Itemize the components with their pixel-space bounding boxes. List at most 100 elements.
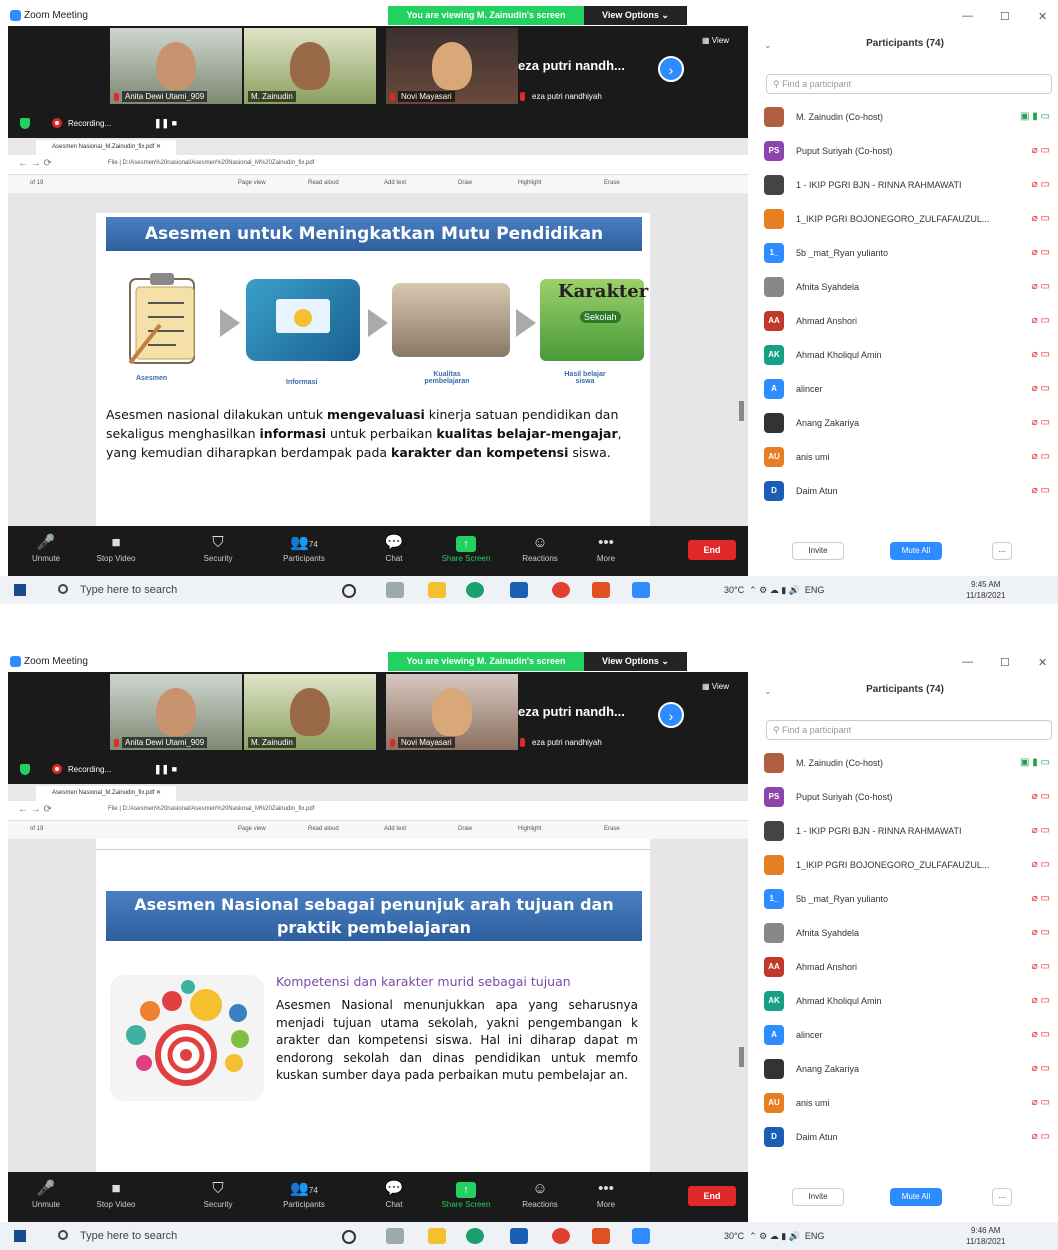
video-tile[interactable]: Novi Mayasari	[386, 28, 518, 104]
taskbar-search-input[interactable]: Type here to search	[80, 1230, 177, 1242]
mute-all-button[interactable]: Mute All	[890, 1188, 942, 1206]
close-button[interactable]: ✕	[1038, 10, 1047, 23]
windows-start-icon[interactable]	[14, 584, 26, 596]
tool-add-text[interactable]: Add text	[384, 826, 406, 832]
participant-row[interactable]: AA Ahmad Anshori ⌀ ▭	[764, 306, 1058, 336]
tool-erase[interactable]: Erase	[604, 180, 620, 186]
more-button[interactable]: ••• More	[576, 532, 636, 563]
tool-add-text[interactable]: Add text	[384, 180, 406, 186]
task-view-icon[interactable]	[386, 1228, 404, 1244]
tool-highlight[interactable]: Highlight	[518, 180, 541, 186]
zoom-taskbar-icon[interactable]	[632, 582, 650, 598]
participant-row[interactable]: 1_IKIP PGRI BOJONEGORO_ZULFAFAUZUL... ⌀ ▭	[764, 204, 1058, 234]
participant-row[interactable]: AK Ahmad Kholiqul Amin ⌀ ▭	[764, 340, 1058, 370]
recording-controls[interactable]: ❚❚ ■	[154, 764, 177, 775]
more-options-button[interactable]: ...	[992, 1188, 1012, 1206]
taskbar-clock[interactable]: 9:46 AM 11/18/2021	[966, 1225, 1005, 1247]
participant-row[interactable]: PS Puput Suriyah (Co-host) ⌀ ▭	[764, 136, 1058, 166]
invite-button[interactable]: Invite	[792, 542, 844, 560]
share-screen-button[interactable]: ↑ Share Screen	[436, 1178, 496, 1209]
participant-row[interactable]: Afnita Syahdela ⌀ ▭	[764, 918, 1058, 948]
video-tile[interactable]: M. Zainudin	[244, 674, 376, 750]
minimize-button[interactable]: —	[962, 10, 973, 22]
chat-button[interactable]: 💬 Chat	[364, 1178, 424, 1209]
end-meeting-button[interactable]: End	[688, 540, 736, 560]
address-bar[interactable]: ← → ⟳ File | D:/Asesmen%20nasional/Asesm…	[8, 801, 748, 821]
file-explorer-icon[interactable]	[428, 1228, 446, 1244]
chrome-icon[interactable]	[552, 1228, 570, 1244]
view-button[interactable]: ▦ View	[702, 36, 729, 45]
zoom-taskbar-icon[interactable]	[632, 1228, 650, 1244]
participant-row[interactable]: 1_IKIP PGRI BOJONEGORO_ZULFAFAUZUL... ⌀ ▭	[764, 850, 1058, 880]
view-button[interactable]: ▦ View	[702, 682, 729, 691]
participants-button[interactable]: 👥74 Participants	[274, 1178, 334, 1209]
unmute-button[interactable]: 🎤 Unmute	[16, 1178, 76, 1209]
participant-row[interactable]: AU anis umi ⌀ ▭	[764, 442, 1058, 472]
close-button[interactable]: ✕	[1038, 656, 1047, 669]
participant-row[interactable]: AA Ahmad Anshori ⌀ ▭	[764, 952, 1058, 982]
participant-row[interactable]: AK Ahmad Kholiqul Amin ⌀ ▭	[764, 986, 1058, 1016]
participant-row[interactable]: M. Zainudin (Co-host) ▣ ▮ ▭	[764, 748, 1058, 778]
next-page-button[interactable]: ›	[658, 702, 684, 728]
maximize-button[interactable]: ☐	[1000, 10, 1010, 23]
participant-row[interactable]: M. Zainudin (Co-host) ▣ ▮ ▭	[764, 102, 1058, 132]
minimize-button[interactable]: —	[962, 656, 973, 668]
pdf-scrollbar[interactable]	[739, 1047, 744, 1067]
tool-draw[interactable]: Draw	[458, 826, 472, 832]
participant-row[interactable]: PS Puput Suriyah (Co-host) ⌀ ▭	[764, 782, 1058, 812]
participant-row[interactable]: D Daim Atun ⌀ ▭	[764, 476, 1058, 506]
video-tile[interactable]: M. Zainudin	[244, 28, 376, 104]
task-view-icon[interactable]	[386, 582, 404, 598]
participant-row[interactable]: 1_ 5b _mat_Ryan yulianto ⌀ ▭	[764, 884, 1058, 914]
office-icon[interactable]	[592, 1228, 610, 1244]
participant-row[interactable]: 1_ 5b _mat_Ryan yulianto ⌀ ▭	[764, 238, 1058, 268]
unmute-button[interactable]: 🎤 Unmute	[16, 532, 76, 563]
participant-row[interactable]: Anang Zakariya ⌀ ▭	[764, 408, 1058, 438]
participant-row[interactable]: Afnita Syahdela ⌀ ▭	[764, 272, 1058, 302]
participant-row[interactable]: AU anis umi ⌀ ▭	[764, 1088, 1058, 1118]
participant-search-input[interactable]: ⚲ Find a participant	[766, 74, 1052, 94]
next-page-button[interactable]: ›	[658, 56, 684, 82]
file-explorer-icon[interactable]	[428, 582, 446, 598]
tool-page-view[interactable]: Page view	[238, 826, 266, 832]
stop-video-button[interactable]: ■ Stop Video	[86, 532, 146, 563]
cortana-icon[interactable]	[342, 1230, 356, 1244]
participants-button[interactable]: 👥74 Participants	[274, 532, 334, 563]
video-tile[interactable]: Anita Dewi Utami_909	[110, 674, 242, 750]
cortana-icon[interactable]	[342, 584, 356, 598]
nav-arrows-icon[interactable]: ← → ⟳	[18, 158, 52, 169]
participant-row[interactable]: 1 - IKIP PGRI BJN - RINNA RAHMAWATI ⌀ ▭	[764, 170, 1058, 200]
tool-draw[interactable]: Draw	[458, 180, 472, 186]
reactions-button[interactable]: ☺ Reactions	[510, 532, 570, 563]
more-button[interactable]: ••• More	[576, 1178, 636, 1209]
pdf-scrollbar[interactable]	[739, 401, 744, 421]
participant-row[interactable]: Anang Zakariya ⌀ ▭	[764, 1054, 1058, 1084]
edge-icon[interactable]	[466, 1228, 484, 1244]
view-options-button[interactable]: View Options ⌄	[584, 652, 687, 671]
maximize-button[interactable]: ☐	[1000, 656, 1010, 669]
mute-all-button[interactable]: Mute All	[890, 542, 942, 560]
participant-row[interactable]: Aalincer ⌀ ▭	[764, 1020, 1058, 1050]
share-screen-button[interactable]: ↑ Share Screen	[436, 532, 496, 563]
stop-video-button[interactable]: ■ Stop Video	[86, 1178, 146, 1209]
end-meeting-button[interactable]: End	[688, 1186, 736, 1206]
participant-row[interactable]: Aalincer ⌀ ▭	[764, 374, 1058, 404]
security-button[interactable]: ⛉ Security	[188, 532, 248, 563]
tool-page-view[interactable]: Page view	[238, 180, 266, 186]
recording-controls[interactable]: ❚❚ ■	[154, 118, 177, 129]
more-options-button[interactable]: ...	[992, 542, 1012, 560]
chat-button[interactable]: 💬 Chat	[364, 532, 424, 563]
word-icon[interactable]	[510, 582, 528, 598]
browser-tab[interactable]: Asesmen Nasional_M.Zainudin_fix.pdf ✕	[36, 140, 176, 155]
tool-read-aloud[interactable]: Read aloud	[308, 826, 339, 832]
nav-arrows-icon[interactable]: ← → ⟳	[18, 804, 52, 815]
participant-row[interactable]: D Daim Atun ⌀ ▭	[764, 1122, 1058, 1152]
address-bar[interactable]: ← → ⟳ File | D:/Asesmen%20nasional/Asesm…	[8, 155, 748, 175]
security-button[interactable]: ⛉ Security	[188, 1178, 248, 1209]
edge-icon[interactable]	[466, 582, 484, 598]
taskbar-search-input[interactable]: Type here to search	[80, 584, 177, 596]
office-icon[interactable]	[592, 582, 610, 598]
tool-highlight[interactable]: Highlight	[518, 826, 541, 832]
taskbar-clock[interactable]: 9:45 AM 11/18/2021	[966, 579, 1005, 601]
tool-erase[interactable]: Erase	[604, 826, 620, 832]
